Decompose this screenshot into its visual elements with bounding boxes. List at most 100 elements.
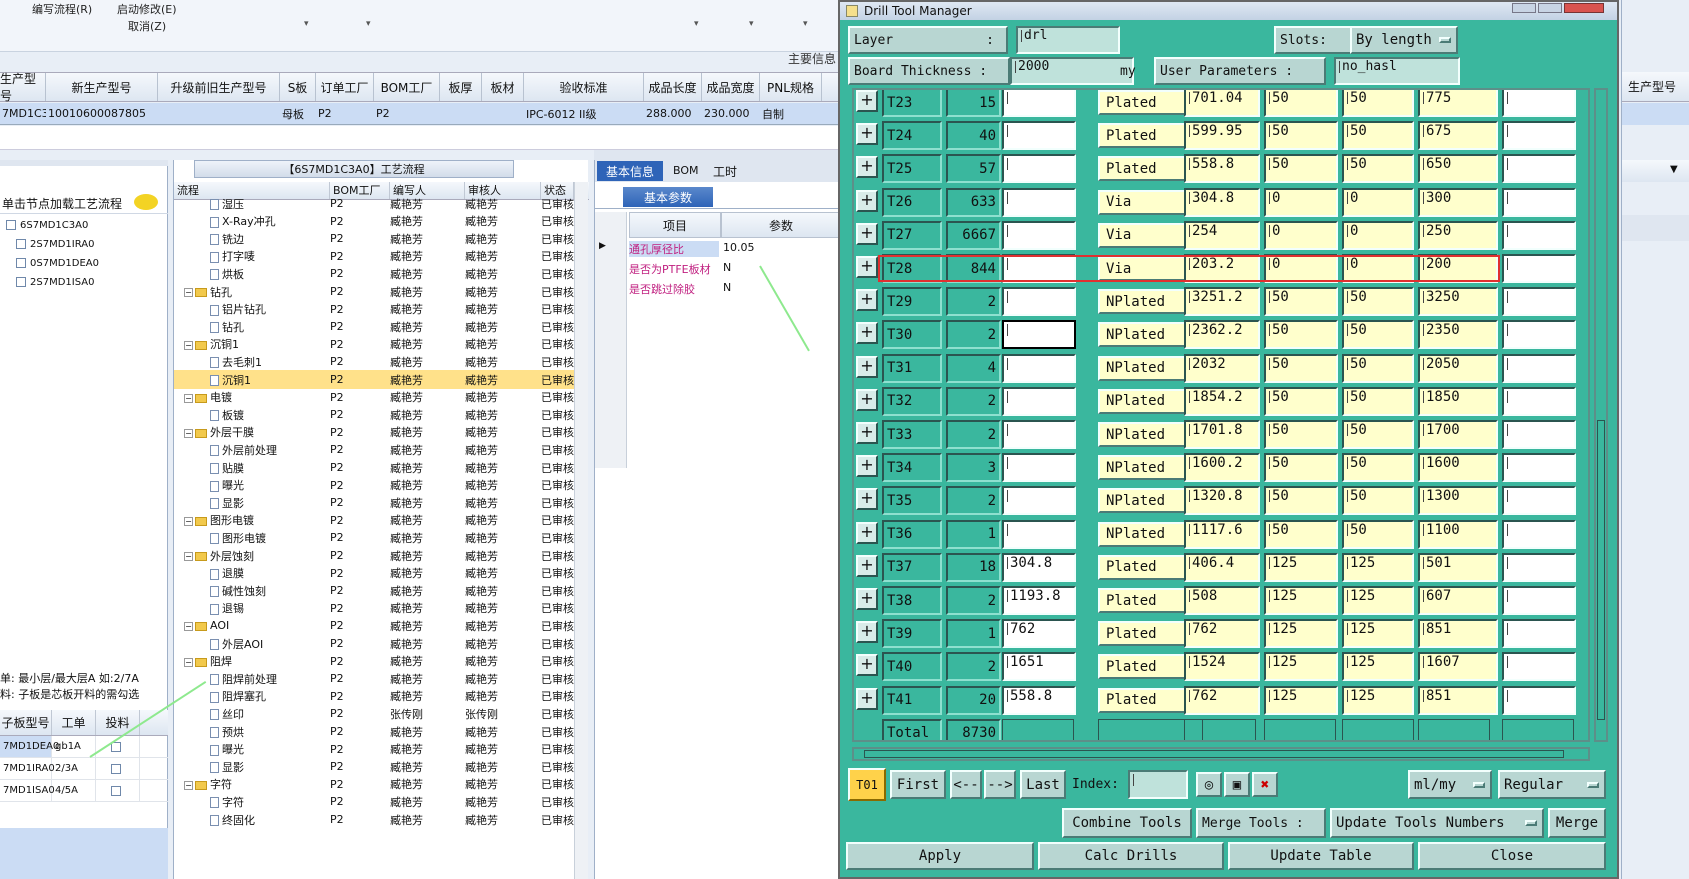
merge-button[interactable]: Merge bbox=[1548, 808, 1606, 838]
chevron-down-icon[interactable]: ▼ bbox=[1670, 164, 1678, 175]
final-input[interactable]: 2350 bbox=[1418, 320, 1498, 350]
param-value[interactable]: 10.05 bbox=[723, 241, 755, 254]
final-input[interactable]: 300 bbox=[1418, 187, 1498, 217]
drill-input[interactable]: 254 bbox=[1184, 220, 1260, 250]
tp-input[interactable]: 50 bbox=[1264, 353, 1338, 383]
close-icon[interactable] bbox=[1564, 3, 1604, 13]
final-input[interactable]: 2050 bbox=[1418, 353, 1498, 383]
final-input[interactable]: 675 bbox=[1418, 121, 1498, 151]
finish-input[interactable]: 304.8 bbox=[1002, 552, 1076, 582]
main-table-row[interactable]: 7MD1C3A010010600087805 母板 P2 P2 IPC-6012 II级… bbox=[0, 103, 840, 125]
drill-input[interactable]: 2362.2 bbox=[1184, 320, 1260, 350]
expand-tool-button[interactable]: + bbox=[856, 422, 878, 444]
expand-icon[interactable]: − bbox=[184, 288, 193, 297]
index-input[interactable] bbox=[1128, 770, 1188, 799]
tp-input[interactable]: 50 bbox=[1264, 453, 1338, 483]
close-button[interactable]: Close bbox=[1418, 842, 1606, 870]
tp-input[interactable]: 50 bbox=[1264, 154, 1338, 184]
last-input[interactable] bbox=[1502, 586, 1576, 615]
user-parameters-input[interactable]: no_hasl bbox=[1334, 57, 1460, 85]
finish-input[interactable] bbox=[1002, 220, 1076, 250]
last-input[interactable] bbox=[1502, 287, 1576, 317]
flow-row[interactable]: 沉铜1 P2 臧艳芳 臧艳芳 已审核 bbox=[174, 370, 574, 389]
refresh-icon[interactable]: ▣ bbox=[1224, 772, 1250, 797]
next-button[interactable]: --> bbox=[984, 770, 1016, 799]
param-row[interactable]: 是否为PTFE板材 N bbox=[595, 258, 841, 278]
expand-icon[interactable]: − bbox=[184, 340, 193, 350]
calc-drills-button[interactable]: Calc Drills bbox=[1038, 842, 1224, 870]
sub-table-row[interactable]: 7MD1ISA0 4/5A bbox=[0, 780, 168, 802]
first-button[interactable]: First bbox=[890, 770, 946, 799]
expand-tool-button[interactable]: + bbox=[856, 654, 878, 677]
final-input[interactable]: 1607 bbox=[1418, 652, 1498, 682]
units-option-menu[interactable]: ml/my bbox=[1408, 770, 1492, 799]
drill-input[interactable]: 558.8 bbox=[1184, 154, 1260, 184]
drill-input[interactable]: 1600.2 bbox=[1184, 453, 1260, 483]
flow-row[interactable]: 湿压 P2 臧艳芳 臧艳芳 已审核 bbox=[174, 194, 574, 213]
drill-input[interactable]: 762 bbox=[1184, 685, 1260, 715]
combine-tools-button[interactable]: Combine Tools bbox=[1062, 808, 1192, 838]
finish-input[interactable]: 1651 bbox=[1002, 652, 1076, 682]
flow-row[interactable]: − 字符 P2 臧艳芳 臧艳芳 已审核 bbox=[174, 775, 574, 794]
flow-row[interactable]: 贴膜 P2 臧艳芳 臧艳芳 已审核 bbox=[174, 458, 574, 477]
horizontal-scrollbar[interactable] bbox=[852, 747, 1590, 761]
tm-input[interactable]: 0 bbox=[1342, 187, 1414, 217]
flow-row[interactable]: 板镀 P2 臧艳芳 臧艳芳 已审核 bbox=[174, 405, 574, 424]
tp-input[interactable]: 125 bbox=[1264, 619, 1338, 649]
apply-button[interactable]: Apply bbox=[846, 842, 1034, 870]
flow-row[interactable]: 阻焊塞孔 P2 臧艳芳 臧艳芳 已审核 bbox=[174, 687, 574, 706]
search-icon[interactable]: ◎ bbox=[1196, 772, 1222, 797]
tp-input[interactable]: 50 bbox=[1264, 486, 1338, 516]
last-input[interactable] bbox=[1502, 519, 1576, 549]
sub-table-row[interactable]: 7MD1IRA0 2/3A bbox=[0, 758, 168, 780]
slots-option-menu[interactable]: By length bbox=[1350, 26, 1458, 54]
last-input[interactable] bbox=[1502, 420, 1576, 449]
last-input[interactable] bbox=[1502, 254, 1576, 283]
expand-icon[interactable]: − bbox=[184, 393, 193, 403]
flow-row[interactable]: 显影 P2 臧艳芳 臧艳芳 已审核 bbox=[174, 493, 574, 512]
tp-input[interactable]: 50 bbox=[1264, 121, 1338, 151]
tm-input[interactable]: 125 bbox=[1342, 619, 1414, 649]
finish-input[interactable] bbox=[1002, 420, 1076, 449]
expand-tool-button[interactable]: + bbox=[856, 455, 878, 478]
final-input[interactable]: 250 bbox=[1418, 220, 1498, 250]
tm-input[interactable]: 50 bbox=[1342, 353, 1414, 383]
flow-row[interactable]: 烘板 P2 臧艳芳 臧艳芳 已审核 bbox=[174, 264, 574, 283]
flow-row[interactable]: 外层AOI P2 臧艳芳 臧艳芳 已审核 bbox=[174, 634, 574, 653]
drill-input[interactable]: 2032 bbox=[1184, 353, 1260, 383]
tm-input[interactable]: 50 bbox=[1342, 486, 1414, 516]
expand-tool-button[interactable]: + bbox=[856, 554, 878, 577]
drill-input[interactable]: 762 bbox=[1184, 619, 1260, 649]
drill-input[interactable]: 1701.8 bbox=[1184, 420, 1260, 449]
flow-row[interactable]: 字符 P2 臧艳芳 臧艳芳 已审核 bbox=[174, 792, 574, 811]
tm-input[interactable]: 50 bbox=[1342, 121, 1414, 151]
param-value[interactable]: N bbox=[723, 261, 731, 274]
prev-button[interactable]: <-- bbox=[950, 770, 982, 799]
finish-input[interactable] bbox=[1002, 519, 1076, 549]
final-input[interactable]: 851 bbox=[1418, 685, 1498, 715]
flow-row[interactable]: 阻焊前处理 P2 臧艳芳 臧艳芳 已审核 bbox=[174, 669, 574, 688]
tm-input[interactable]: 50 bbox=[1342, 386, 1414, 416]
tp-input[interactable]: 125 bbox=[1264, 652, 1338, 682]
final-input[interactable]: 775 bbox=[1418, 90, 1498, 117]
final-input[interactable]: 1850 bbox=[1418, 386, 1498, 416]
expand-tool-button[interactable]: + bbox=[856, 289, 878, 312]
expand-tool-button[interactable]: + bbox=[856, 156, 878, 179]
tree-node[interactable]: 2S7MD1ISA0 bbox=[16, 277, 94, 288]
tree-node[interactable]: 2S7MD1IRA0 bbox=[16, 239, 94, 250]
flow-row[interactable]: 碱性蚀刻 P2 臧艳芳 臧艳芳 已审核 bbox=[174, 581, 574, 600]
expand-icon[interactable]: − bbox=[184, 621, 193, 631]
layer-input[interactable]: drl bbox=[1016, 26, 1120, 54]
tree-node[interactable]: 6S7MD1C3A0 bbox=[6, 220, 89, 231]
tm-input[interactable]: 50 bbox=[1342, 453, 1414, 483]
checkbox[interactable] bbox=[16, 239, 26, 249]
flow-row[interactable]: 退锡 P2 臧艳芳 臧艳芳 已审核 bbox=[174, 599, 574, 618]
minimize-icon[interactable] bbox=[1512, 3, 1536, 13]
flow-row[interactable]: 去毛刺1 P2 臧艳芳 臧艳芳 已审核 bbox=[174, 352, 574, 371]
tree-node[interactable]: 0S7MD1DEA0 bbox=[16, 258, 99, 269]
param-row[interactable]: ▶ 通孔厚径比 10.05 bbox=[595, 238, 841, 258]
flow-row[interactable]: − 阻焊 P2 臧艳芳 臧艳芳 已审核 bbox=[174, 652, 574, 671]
maximize-icon[interactable] bbox=[1538, 3, 1562, 13]
finish-input[interactable]: 762 bbox=[1002, 619, 1076, 649]
finish-input[interactable] bbox=[1002, 486, 1076, 516]
